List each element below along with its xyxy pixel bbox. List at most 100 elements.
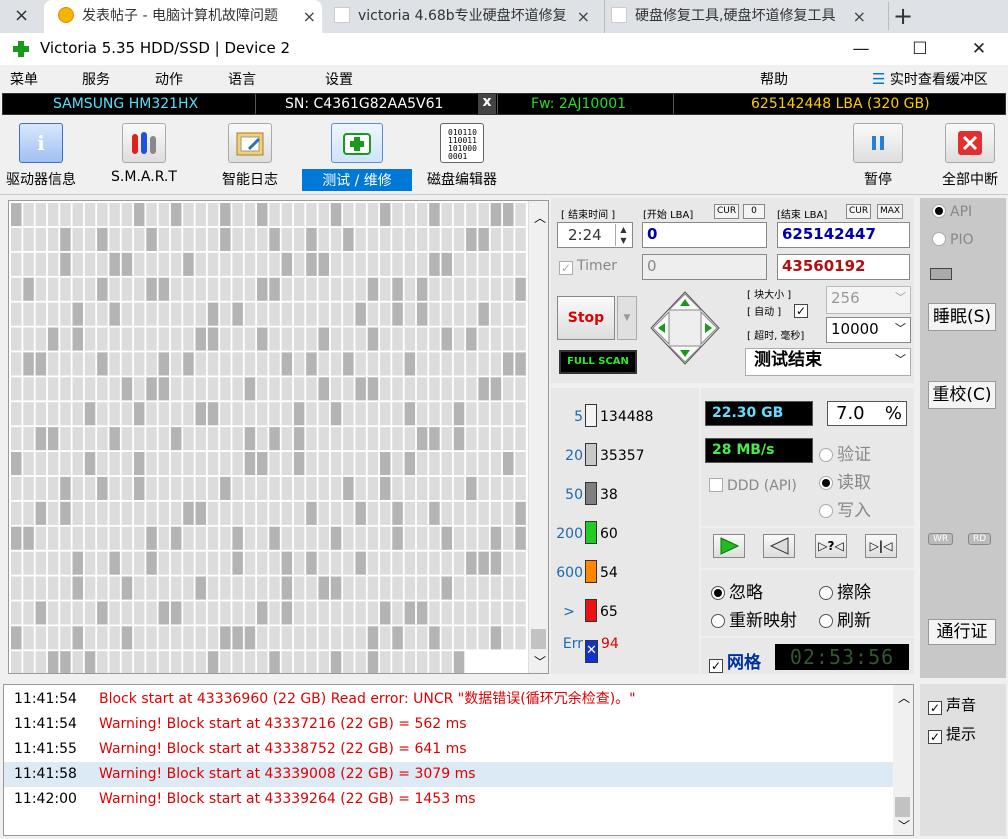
stop-button[interactable]: Stop bbox=[557, 296, 615, 340]
auto-checkbox[interactable]: ✓ bbox=[794, 302, 812, 318]
read-radio[interactable]: 读取 bbox=[819, 468, 871, 493]
new-tab-button[interactable]: + bbox=[888, 2, 913, 30]
map-block bbox=[355, 327, 366, 351]
read-speed: 28 MB/s bbox=[705, 438, 813, 463]
erase-radio[interactable]: 擦除 bbox=[819, 578, 871, 603]
sleep-button[interactable]: 睡眠(S) bbox=[928, 303, 996, 331]
map-block bbox=[11, 476, 22, 500]
log-scrollbar[interactable]: ︿ ﹀ bbox=[893, 685, 913, 835]
full-scan-button[interactable]: FULL SCAN bbox=[559, 350, 637, 374]
test-repair-button[interactable]: 测试 / 维修 bbox=[302, 123, 412, 191]
browser-tab-0[interactable]: 发表帖子 - 电脑计算机故障问题 × bbox=[44, 0, 322, 33]
map-block bbox=[330, 651, 342, 673]
menu-item-language[interactable]: 语言 bbox=[228, 69, 256, 89]
scroll-down-icon[interactable]: ﹀ bbox=[898, 817, 910, 834]
menu-item-service[interactable]: 服务 bbox=[82, 69, 110, 89]
realtime-buffer-button[interactable]: ☰ 实时查看缓冲区 bbox=[872, 69, 988, 89]
map-block bbox=[11, 377, 22, 401]
map-block bbox=[23, 526, 34, 550]
end-time-spinner[interactable]: 2:24 ▲ ▼ bbox=[557, 222, 633, 248]
write-radio[interactable]: 写入 bbox=[819, 496, 871, 521]
grid-checkbox[interactable]: ✓ 网格 bbox=[709, 648, 761, 673]
map-block bbox=[355, 302, 366, 326]
close-tab-icon[interactable]: × bbox=[303, 0, 316, 33]
map-block bbox=[490, 352, 502, 376]
spinner-arrows-icon[interactable]: ▲ ▼ bbox=[615, 224, 631, 246]
log-row[interactable]: 11:41:55 Warning! Block start at 43338752… bbox=[4, 737, 894, 762]
legend-row-5[interactable]: 5 134488 bbox=[555, 404, 653, 432]
menu-item-settings[interactable]: 设置 bbox=[325, 69, 353, 89]
scroll-down-icon[interactable]: ﹀ bbox=[534, 653, 546, 670]
scroll-up-icon[interactable]: ︿ bbox=[898, 689, 910, 706]
map-scrollbar[interactable]: ︿ ﹀ bbox=[528, 201, 548, 673]
refresh-radio[interactable]: 刷新 bbox=[819, 606, 871, 631]
map-block bbox=[97, 203, 108, 227]
map-block bbox=[478, 302, 489, 326]
end-lba-input[interactable]: 625142447 bbox=[777, 222, 910, 248]
random-seek-button[interactable]: ▷?◁ bbox=[815, 534, 847, 558]
map-block bbox=[158, 651, 170, 673]
abort-all-button[interactable]: 全部中断 bbox=[936, 123, 1004, 189]
drive-info-bar[interactable]: SAMSUNG HM321HX SN: C4361G82AA5V61 x Fw:… bbox=[2, 93, 1006, 115]
map-block bbox=[330, 377, 342, 401]
stop-dropdown-icon[interactable]: ▼ bbox=[617, 296, 637, 340]
menu-item-help[interactable]: 帮助 bbox=[760, 69, 788, 89]
play-forward-button[interactable] bbox=[713, 534, 745, 558]
scroll-up-icon[interactable]: ︿ bbox=[534, 209, 546, 226]
drive-x-button[interactable]: x bbox=[478, 94, 496, 114]
direction-pad[interactable] bbox=[649, 290, 721, 366]
pio-radio[interactable]: PIO bbox=[932, 232, 974, 248]
timeout-select[interactable]: 10000 ﹀ bbox=[826, 317, 911, 343]
menu-item-action[interactable]: 动作 bbox=[155, 69, 183, 89]
sound-checkbox[interactable]: ✓ 声音 bbox=[928, 694, 976, 715]
start-lba-input[interactable]: 0 bbox=[642, 222, 767, 248]
butterfly-button[interactable]: ▷|◁ bbox=[865, 534, 897, 558]
scroll-thumb[interactable] bbox=[895, 797, 910, 817]
map-block bbox=[84, 626, 96, 650]
map-block bbox=[380, 551, 391, 575]
pause-button[interactable]: 暂停 bbox=[848, 123, 908, 189]
smart-log-button[interactable]: 智能日志 bbox=[212, 123, 288, 189]
ignore-radio[interactable]: 忽略 bbox=[711, 578, 763, 603]
close-tab-icon[interactable]: × bbox=[577, 0, 590, 33]
close-window-button[interactable]: ✕ bbox=[956, 37, 1002, 61]
close-tab-icon[interactable]: × bbox=[853, 0, 866, 33]
passport-button[interactable]: 通行证 bbox=[928, 619, 996, 645]
drive-info-button[interactable]: i 驱动器信息 bbox=[2, 123, 80, 189]
play-backward-button[interactable] bbox=[763, 534, 795, 558]
legend-row-200[interactable]: 200 60 bbox=[555, 521, 618, 549]
legend-row-20[interactable]: 20 35357 bbox=[555, 443, 645, 471]
smart-button[interactable]: S.M.A.R.T bbox=[104, 123, 184, 185]
hints-checkbox[interactable]: ✓ 提示 bbox=[928, 723, 976, 744]
scroll-thumb[interactable] bbox=[531, 629, 546, 649]
timer-checkbox[interactable]: ✓ Timer bbox=[559, 258, 617, 275]
timer-input[interactable]: 0 bbox=[642, 254, 767, 280]
remap-radio[interactable]: 重新映射 bbox=[711, 606, 797, 631]
start-cur-button[interactable]: CUR bbox=[714, 204, 740, 219]
disk-editor-button[interactable]: 010110 110011 101000 0001 磁盘编辑器 bbox=[424, 123, 500, 189]
legend-row-gt[interactable]: >65 bbox=[555, 599, 618, 627]
verify-radio[interactable]: 验证 bbox=[819, 440, 871, 465]
minimize-button[interactable]: — bbox=[838, 37, 884, 61]
map-block bbox=[404, 501, 416, 525]
end-max-button[interactable]: MAX bbox=[877, 204, 904, 219]
legend-row-err[interactable]: Err ✕ 94 bbox=[555, 636, 619, 664]
test-status-select[interactable]: 测试结束 ﹀ bbox=[745, 348, 911, 376]
log-row[interactable]: 11:42:00 Warning! Block start at 43339264… bbox=[4, 787, 894, 812]
log-row[interactable]: 11:41:54 Warning! Block start at 43337216… bbox=[4, 712, 894, 737]
browser-tab-1[interactable]: victoria 4.68b专业硬盘坏道修复 × bbox=[328, 0, 596, 33]
close-icon[interactable]: × bbox=[14, 5, 29, 26]
end-cur-button[interactable]: CUR bbox=[846, 204, 872, 219]
legend-row-600[interactable]: 600 54 bbox=[555, 560, 618, 588]
map-block bbox=[503, 203, 514, 227]
menu-item-main[interactable]: 菜单 bbox=[10, 69, 38, 89]
legend-row-50[interactable]: 50 38 bbox=[555, 482, 618, 510]
block-size-select[interactable]: 256 ﹀ bbox=[826, 286, 911, 314]
log-row[interactable]: 11:41:54 Block start at 43336960 (22 GB) … bbox=[4, 687, 894, 712]
browser-tab-2[interactable]: 硬盘修复工具,硬盘坏道修复工具 × bbox=[604, 0, 872, 33]
maximize-button[interactable]: ☐ bbox=[897, 37, 943, 61]
ddd-api-checkbox[interactable]: DDD (API) bbox=[709, 478, 797, 494]
log-row[interactable]: 11:41:58 Warning! Block start at 43339008… bbox=[4, 762, 894, 787]
recalibrate-button[interactable]: 重校(C) bbox=[928, 381, 996, 409]
api-radio[interactable]: API bbox=[932, 204, 972, 220]
